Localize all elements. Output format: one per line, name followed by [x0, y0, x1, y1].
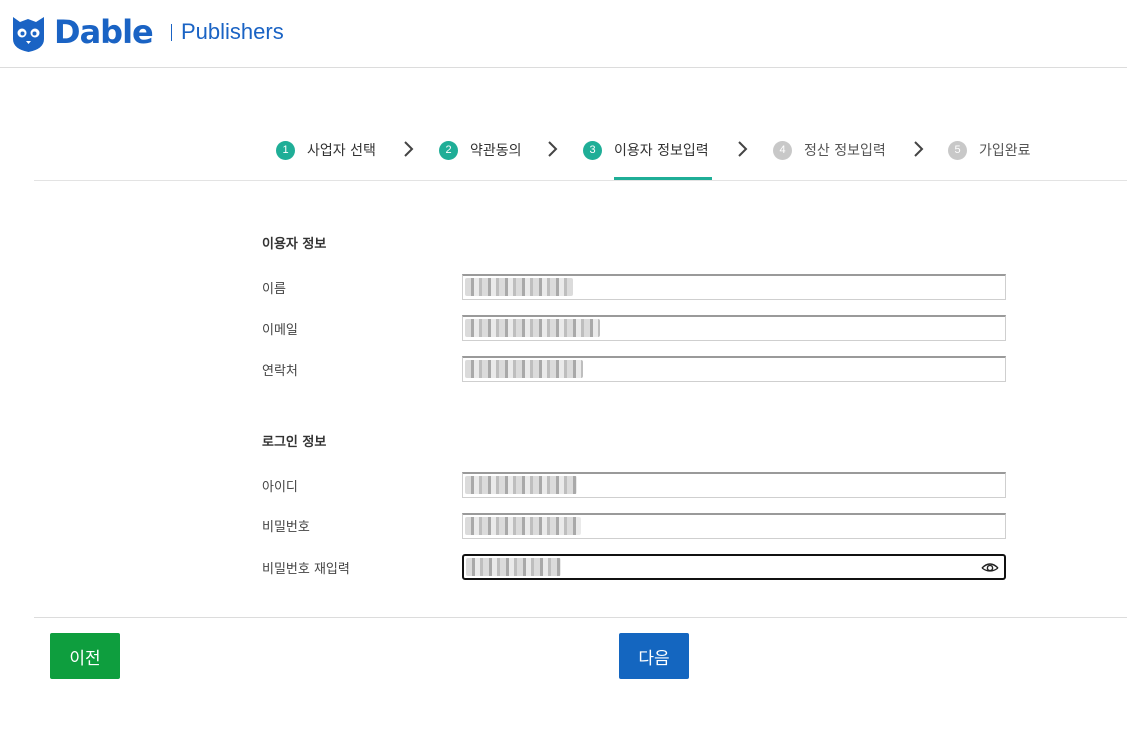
step-2-number: 2	[439, 140, 458, 160]
user-info-title: 이용자 정보	[262, 237, 327, 252]
logo-text[interactable]: Dable	[54, 10, 154, 54]
next-button[interactable]: 다음	[619, 633, 689, 679]
email-label: 이메일	[262, 323, 298, 338]
chevron-right-icon	[404, 141, 414, 157]
name-input[interactable]	[462, 274, 1006, 300]
owl-logo-icon	[13, 17, 44, 52]
step-2-label: 약관동의	[470, 143, 522, 159]
name-label: 이름	[262, 282, 286, 297]
redacted-value	[465, 278, 573, 296]
phone-input[interactable]	[462, 356, 1006, 382]
chevron-right-icon	[738, 141, 748, 157]
step-4-number: 4	[773, 140, 792, 160]
email-input[interactable]	[462, 315, 1006, 341]
redacted-value	[465, 319, 600, 337]
step-1-number: 1	[276, 140, 295, 160]
step-5-number: 5	[948, 140, 967, 160]
step-4: 4 정산 정보입력	[773, 138, 886, 162]
id-input[interactable]	[462, 472, 1006, 498]
password-input[interactable]	[462, 513, 1006, 539]
logo-separator	[171, 24, 172, 41]
header: Dable Publishers	[0, 0, 1127, 68]
phone-label: 연락처	[262, 364, 298, 379]
password-confirm-input[interactable]	[462, 554, 1006, 580]
step-1-label: 사업자 선택	[307, 143, 376, 159]
id-label: 아이디	[262, 480, 298, 495]
active-step-indicator	[614, 177, 712, 180]
redacted-value	[465, 360, 583, 378]
step-3-number: 3	[583, 140, 602, 160]
eye-icon[interactable]	[981, 560, 999, 574]
step-2: 2 약관동의	[439, 138, 522, 162]
password-confirm-label: 비밀번호 재입력	[262, 562, 350, 577]
redacted-value	[465, 476, 577, 494]
redacted-value	[465, 517, 581, 535]
step-3-label: 이용자 정보입력	[614, 143, 709, 159]
step-3: 3 이용자 정보입력	[583, 138, 709, 162]
logo-subtitle: Publishers	[181, 19, 284, 44]
login-info-title: 로그인 정보	[262, 435, 327, 450]
chevron-right-icon	[548, 141, 558, 157]
prev-button[interactable]: 이전	[50, 633, 120, 679]
chevron-right-icon	[914, 141, 924, 157]
password-label: 비밀번호	[262, 520, 310, 535]
redacted-value	[466, 558, 561, 576]
step-5: 5 가입완료	[948, 138, 1031, 162]
step-5-label: 가입완료	[979, 143, 1031, 159]
step-1: 1 사업자 선택	[276, 138, 376, 162]
step-4-label: 정산 정보입력	[804, 143, 886, 159]
footer-divider	[34, 617, 1127, 618]
signup-steps: 1 사업자 선택 2 약관동의 3 이용자 정보입력 4 정산 정보입력 5 가…	[34, 120, 1127, 181]
